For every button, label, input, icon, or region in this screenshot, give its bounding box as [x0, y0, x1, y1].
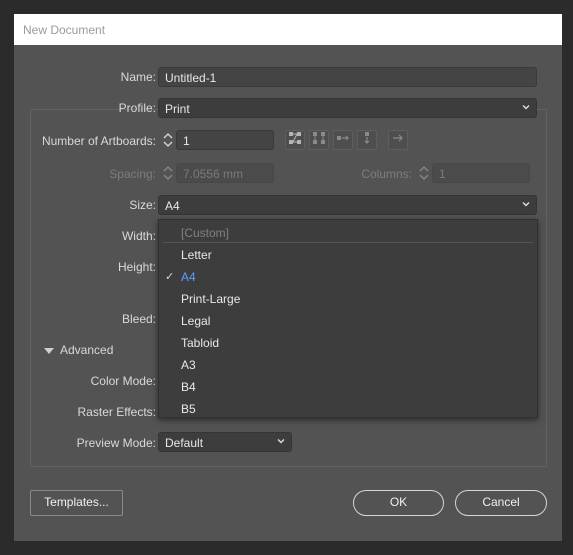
columns-stepper-icon[interactable] [416, 164, 432, 184]
chevron-down-icon [522, 202, 530, 207]
advanced-label: Advanced [60, 343, 114, 357]
dropdown-item-b4[interactable]: B4 [181, 380, 196, 394]
size-label: Size: [129, 198, 156, 212]
profile-value: Print [165, 102, 190, 116]
advanced-toggle[interactable]: Advanced [44, 343, 113, 357]
dropdown-item-custom: [Custom] [181, 226, 230, 240]
profile-select[interactable]: Print [158, 98, 537, 118]
dropdown-item-print-large[interactable]: Print-Large [181, 292, 240, 306]
artboards-input[interactable]: 1 [176, 130, 274, 150]
size-select[interactable]: A4 [158, 195, 537, 215]
window-title: New Document [23, 23, 106, 37]
preview-mode-value: Default [165, 436, 204, 450]
dropdown-item-letter[interactable]: Letter [181, 248, 212, 262]
preview-mode-label: Preview Mode: [76, 436, 156, 450]
name-label: Name: [120, 70, 156, 84]
checkmark-icon: ✓ [165, 271, 175, 283]
new-document-dialog: New Document Name: Untitled-1 Profile: P… [14, 14, 562, 541]
columns-label: Columns: [361, 167, 412, 181]
arrange-by-row-icon[interactable] [333, 130, 353, 150]
cancel-button[interactable]: Cancel [455, 490, 547, 516]
dropdown-item-a3[interactable]: A3 [181, 358, 196, 372]
grid-by-column-icon[interactable] [309, 130, 329, 150]
disclosure-triangle-icon [44, 347, 54, 354]
dropdown-item-tabloid[interactable]: Tabloid [181, 336, 219, 350]
spacing-input[interactable]: 7.0556 mm [176, 163, 274, 183]
artboards-stepper-icon[interactable] [160, 131, 176, 151]
width-label: Width: [121, 229, 156, 243]
size-dropdown-menu: [Custom] Letter ✓ A4 Print-Large Legal T… [158, 219, 538, 418]
dropdown-item-a4[interactable]: A4 [181, 270, 196, 284]
dropdown-item-b5[interactable]: B5 [181, 402, 196, 416]
grid-by-row-icon[interactable] [285, 130, 305, 150]
columns-input[interactable]: 1 [432, 163, 530, 183]
profile-label: Profile: [118, 101, 156, 115]
bleed-label: Bleed: [121, 312, 156, 326]
name-input[interactable]: Untitled-1 [158, 67, 537, 87]
size-value: A4 [165, 199, 180, 213]
chevron-down-icon [522, 105, 530, 110]
height-label: Height: [117, 260, 156, 274]
ok-button[interactable]: OK [353, 490, 444, 516]
preview-mode-select[interactable]: Default [158, 432, 292, 452]
color-mode-label: Color Mode: [90, 374, 156, 388]
dropdown-separator [163, 242, 533, 243]
artboards-label: Number of Artboards: [41, 134, 156, 148]
dropdown-item-legal[interactable]: Legal [181, 314, 210, 328]
spacing-label: Spacing: [109, 167, 156, 181]
title-bar: New Document [14, 14, 562, 45]
right-to-left-icon[interactable] [388, 130, 408, 150]
raster-effects-label: Raster Effects: [77, 405, 156, 419]
arrange-by-column-icon[interactable] [357, 130, 377, 150]
templates-button[interactable]: Templates... [30, 490, 123, 516]
spacing-stepper-icon[interactable] [160, 164, 176, 184]
chevron-down-icon [277, 439, 285, 444]
